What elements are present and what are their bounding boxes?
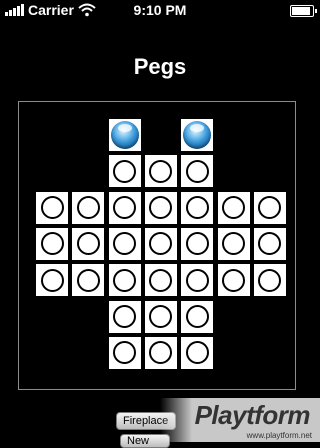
- board-cell-hole[interactable]: [144, 227, 177, 260]
- battery-fill: [292, 7, 310, 15]
- board-cell-hole[interactable]: [144, 264, 177, 297]
- page-title: Pegs: [133, 54, 187, 79]
- empty-hole-icon: [258, 232, 282, 256]
- empty-hole-icon: [149, 232, 173, 256]
- board-cell-hole[interactable]: [108, 227, 141, 260]
- board-cell-hole[interactable]: [108, 191, 141, 224]
- empty-hole-icon: [76, 232, 100, 256]
- board-cell-hole[interactable]: [36, 264, 68, 297]
- board-cell-hole[interactable]: [144, 336, 177, 369]
- empty-hole-icon: [40, 196, 64, 220]
- board-cell-hole[interactable]: [108, 300, 141, 333]
- empty-hole-icon: [113, 305, 137, 328]
- empty-hole-icon: [185, 341, 209, 365]
- empty-hole-icon: [113, 196, 137, 220]
- board-cell-hole[interactable]: [181, 155, 214, 188]
- board-cell-hole[interactable]: [253, 227, 286, 260]
- watermark-url: www.playtform.net: [246, 431, 312, 440]
- board-cell-hole[interactable]: [144, 300, 177, 333]
- empty-hole-icon: [185, 159, 209, 183]
- board-cell-hole[interactable]: [72, 264, 105, 297]
- empty-hole-icon: [149, 268, 173, 292]
- empty-hole-icon: [185, 232, 209, 256]
- status-time: 9:10 PM: [133, 2, 187, 18]
- board-cell-peg[interactable]: [108, 119, 141, 151]
- empty-hole-icon: [149, 159, 173, 183]
- status-bar: Carrier 9:10 PM: [0, 0, 320, 20]
- board-cell-hole[interactable]: [181, 336, 214, 369]
- empty-hole-icon: [222, 268, 245, 292]
- empty-hole-icon: [149, 196, 173, 220]
- board-cell-hole[interactable]: [72, 191, 105, 224]
- board-cell-hole[interactable]: [144, 155, 177, 188]
- board-cell-hole[interactable]: [217, 264, 250, 297]
- empty-hole-icon: [185, 305, 209, 328]
- board-cell-hole[interactable]: [181, 264, 214, 297]
- board-cell-hole[interactable]: [181, 191, 214, 224]
- empty-hole-icon: [76, 268, 100, 292]
- board-cell-hole[interactable]: [108, 264, 141, 297]
- board-cell-hole[interactable]: [253, 191, 286, 224]
- empty-hole-icon: [149, 341, 173, 365]
- board-cell-hole[interactable]: [144, 191, 177, 224]
- empty-hole-icon: [222, 232, 245, 256]
- peg-icon: [183, 121, 212, 149]
- board-cell-hole[interactable]: [108, 336, 141, 369]
- empty-hole-icon: [185, 196, 209, 220]
- board-cell-hole[interactable]: [36, 191, 68, 224]
- board-cell-hole[interactable]: [108, 155, 141, 188]
- board-cell-hole[interactable]: [72, 227, 105, 260]
- board-cell-peg[interactable]: [181, 119, 214, 151]
- empty-hole-icon: [258, 196, 282, 220]
- board-cell-hole[interactable]: [217, 227, 250, 260]
- peg-board: [18, 101, 296, 390]
- board-cell-hole[interactable]: [181, 300, 214, 333]
- empty-hole-icon: [40, 232, 64, 256]
- empty-hole-icon: [113, 159, 137, 183]
- watermark: Playtform www.playtform.net: [160, 398, 320, 442]
- board-cell-hole[interactable]: [36, 227, 68, 260]
- board-cell-hole[interactable]: [181, 227, 214, 260]
- board-cell-hole[interactable]: [217, 191, 250, 224]
- empty-hole-icon: [258, 268, 282, 292]
- empty-hole-icon: [113, 232, 137, 256]
- empty-hole-icon: [40, 268, 64, 292]
- empty-hole-icon: [222, 196, 245, 220]
- empty-hole-icon: [185, 268, 209, 292]
- board-cell-hole[interactable]: [253, 264, 286, 297]
- empty-hole-icon: [113, 268, 137, 292]
- watermark-logo: Playtform: [194, 400, 311, 430]
- empty-hole-icon: [149, 305, 173, 328]
- peg-icon: [110, 121, 139, 149]
- empty-hole-icon: [113, 341, 137, 365]
- empty-hole-icon: [76, 196, 100, 220]
- battery-icon: [290, 5, 317, 17]
